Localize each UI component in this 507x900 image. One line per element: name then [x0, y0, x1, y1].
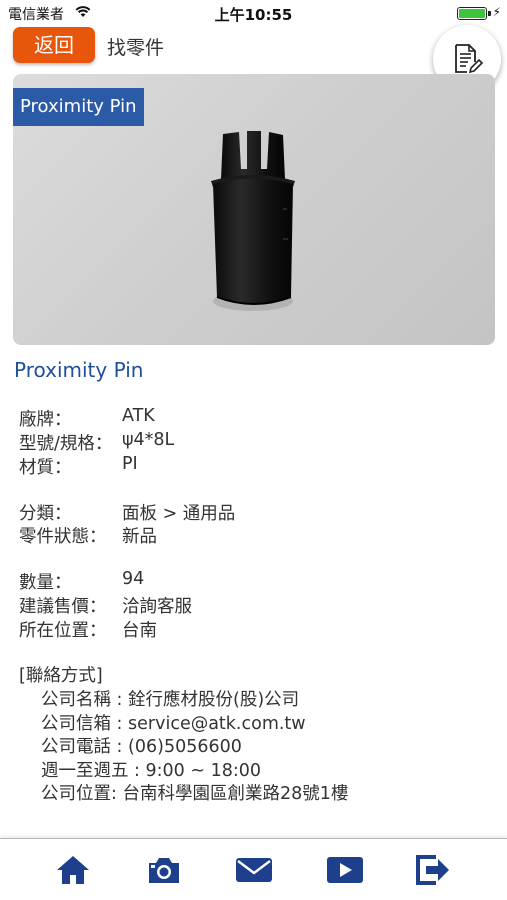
- category-value: 面板 > 通用品: [122, 504, 236, 524]
- model-value: ψ4*8L: [122, 430, 175, 450]
- price-label: 建議售價：: [19, 597, 107, 617]
- price-value: 洽詢客服: [122, 597, 192, 617]
- location-value: 台南: [122, 621, 157, 641]
- exit-icon: [416, 855, 449, 885]
- product-name: Proximity Pin: [14, 358, 144, 382]
- bottom-tab-bar: [0, 838, 507, 900]
- status-time: 上午10:55: [214, 6, 293, 24]
- location-label: 所在位置：: [19, 621, 107, 641]
- quantity-label: 數量：: [19, 573, 72, 593]
- condition-value: 新品: [122, 527, 157, 547]
- play-icon: [327, 857, 363, 883]
- contact-header: [聯絡方式]: [19, 666, 103, 686]
- contact-email[interactable]: 公司信箱 : service@atk.com.tw: [41, 710, 306, 735]
- proximity-pin-image: [211, 131, 295, 311]
- home-icon: [57, 856, 89, 884]
- material-label: 材質：: [19, 458, 72, 478]
- tab-camera[interactable]: [145, 853, 183, 887]
- image-caption: Proximity Pin: [13, 88, 144, 126]
- contact-hours: 週一至週五 : 9:00 ~ 18:00: [41, 761, 262, 781]
- battery-icon: [457, 7, 491, 20]
- tab-mail[interactable]: [235, 853, 273, 887]
- edit-document-icon: [455, 44, 484, 74]
- tab-home[interactable]: [54, 853, 92, 887]
- brand-label: 廠牌：: [19, 410, 72, 430]
- category-label: 分類：: [19, 504, 72, 524]
- status-bar: 電信業者 上午10:55 ⚡: [0, 0, 507, 26]
- condition-label: 零件狀態：: [19, 527, 107, 547]
- tab-video[interactable]: [326, 853, 364, 887]
- quantity-value: 94: [122, 569, 145, 589]
- product-photo: Proximity Pin: [13, 74, 495, 345]
- mail-icon: [236, 858, 272, 882]
- tab-exit[interactable]: [414, 853, 452, 887]
- page-title: 找零件: [107, 37, 165, 59]
- material-value: PI: [122, 454, 138, 474]
- camera-icon: [149, 858, 179, 883]
- model-label: 型號/規格：: [19, 434, 113, 454]
- back-button[interactable]: 返回: [13, 27, 95, 63]
- contact-phone[interactable]: 公司電話 : (06)5056600: [41, 733, 242, 758]
- brand-value: ATK: [122, 406, 155, 426]
- charging-icon: ⚡: [492, 5, 501, 19]
- contact-company: 公司名稱 : 銓行應材股份(股)公司: [41, 690, 300, 710]
- contact-address: 公司位置: 台南科學園區創業路28號1樓: [41, 784, 349, 804]
